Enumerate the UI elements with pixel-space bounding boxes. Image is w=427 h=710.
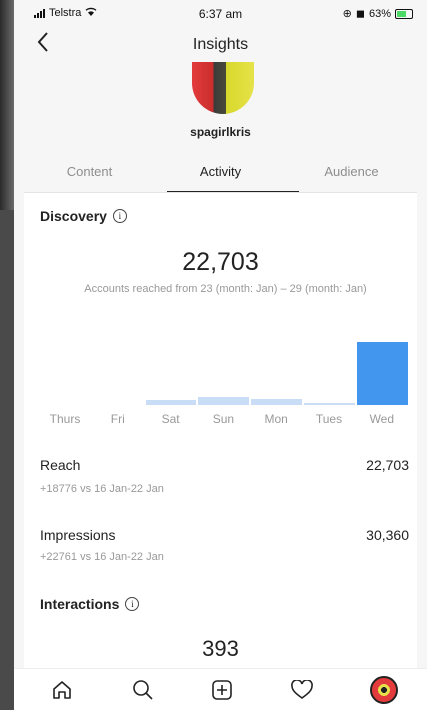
- interactions-heading: Interactions i: [40, 596, 140, 612]
- chart-bar: [251, 399, 302, 405]
- battery-icon: [395, 8, 413, 19]
- discovery-title: Discovery: [40, 208, 107, 224]
- discovery-bar-chart: [39, 333, 409, 423]
- location-icon: ⊕: [342, 8, 352, 20]
- chart-bar: [356, 342, 408, 405]
- impressions-value: 30,360: [366, 527, 409, 543]
- battery-percent: 63%: [368, 7, 391, 20]
- tab-content[interactable]: Content: [24, 164, 155, 179]
- activity-card: Discovery i 22,703 Accounts reached from…: [24, 193, 417, 668]
- chart-day-label: Thurs: [49, 412, 81, 426]
- status-bar: Telstra 6:37 am ⊕ ◼ 63%: [14, 0, 427, 26]
- tab-audience[interactable]: Audience: [286, 164, 417, 179]
- insights-tabs: Content Activity Audience: [24, 158, 417, 193]
- info-icon[interactable]: i: [125, 597, 140, 611]
- info-icon[interactable]: i: [112, 209, 127, 223]
- chart-day-label: Wed: [369, 412, 395, 426]
- bottom-nav: [14, 668, 427, 710]
- profile-username: spagirlkris: [190, 125, 251, 139]
- search-icon[interactable]: [129, 677, 157, 703]
- chart-day-label: Mon: [264, 412, 288, 426]
- profile-avatar-icon: [370, 676, 398, 704]
- profile-avatar[interactable]: [192, 62, 254, 114]
- chart-day-label: Sun: [212, 412, 235, 426]
- chart-day-label: Fri: [110, 412, 125, 426]
- discovery-heading: Discovery i: [40, 208, 127, 224]
- interactions-value: 393: [202, 636, 239, 661]
- page-title: Insights: [192, 36, 249, 53]
- profile-avatar[interactable]: [370, 676, 398, 704]
- active-tab-indicator: [167, 191, 299, 192]
- phone-screen: Telstra 6:37 am ⊕ ◼ 63% Insights spagirl…: [14, 0, 427, 710]
- chart-bar: [145, 400, 197, 405]
- alarm-icon: ◼: [355, 8, 365, 20]
- add-post-icon[interactable]: [208, 677, 236, 703]
- heart-icon[interactable]: [288, 677, 316, 703]
- tab-activity[interactable]: Activity: [155, 164, 286, 179]
- reach-comparison: +18776 vs 16 Jan-22 Jan: [40, 483, 164, 495]
- interactions-title: Interactions: [40, 596, 120, 612]
- accounts-reached-note: Accounts reached from 23 (month: Jan) – …: [84, 283, 367, 295]
- accounts-reached-value: 22,703: [182, 248, 259, 276]
- reach-value: 22,703: [366, 457, 409, 473]
- impressions-comparison: +22761 vs 16 Jan-22 Jan: [40, 551, 164, 563]
- chart-bar: [198, 396, 250, 405]
- header: Insights: [14, 26, 427, 66]
- chart-day-label: Tues: [315, 412, 343, 426]
- chart-day-label: Sat: [161, 412, 180, 426]
- home-icon[interactable]: [48, 677, 76, 703]
- background-edge: [0, 0, 14, 210]
- chart-bar: [304, 403, 355, 405]
- impressions-label: Impressions: [40, 527, 116, 543]
- reach-label: Reach: [40, 457, 81, 473]
